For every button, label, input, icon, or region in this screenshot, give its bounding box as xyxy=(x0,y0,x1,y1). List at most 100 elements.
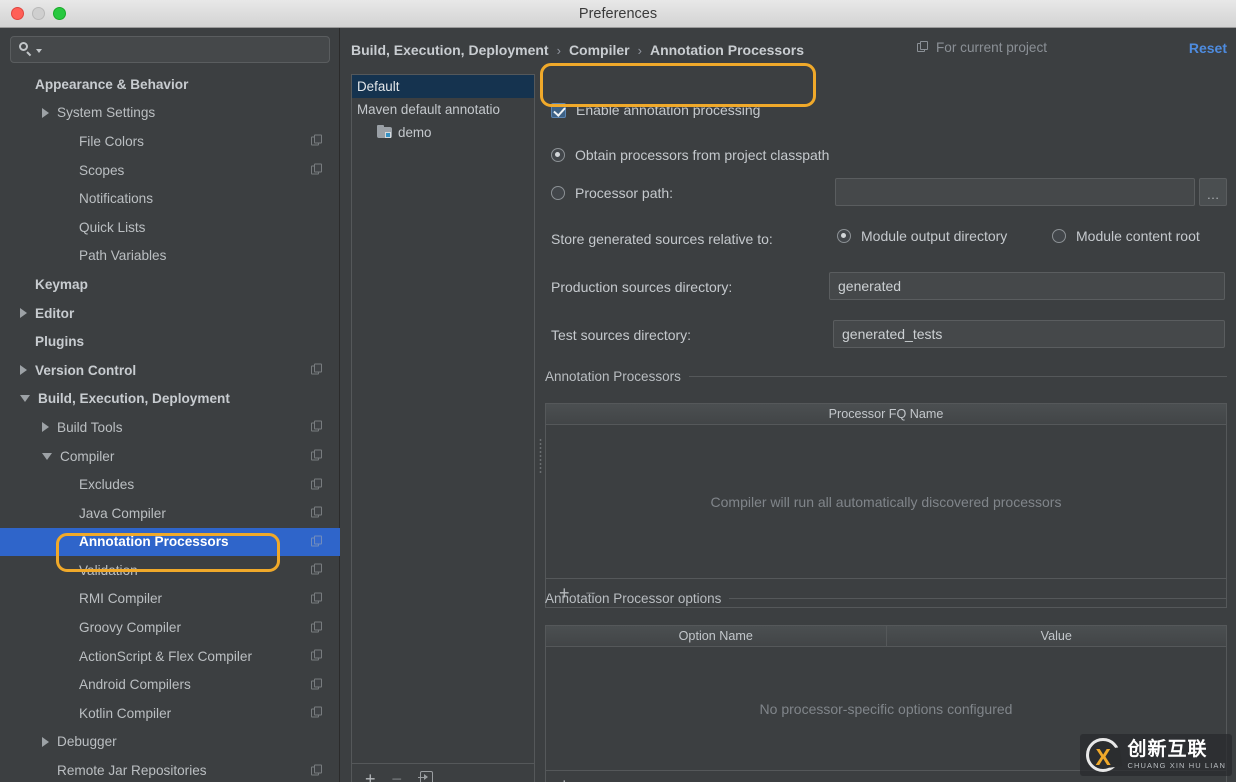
column-header-processor-fq-name: Processor FQ Name xyxy=(828,407,944,421)
move-to-profile-icon[interactable] xyxy=(418,771,434,782)
sidebar-item-label: Notifications xyxy=(79,191,154,207)
sidebar-item-label: Keymap xyxy=(35,276,88,292)
chevron-down-icon[interactable] xyxy=(20,395,30,403)
processor-path-row[interactable]: Processor path: xyxy=(551,185,673,201)
sidebar-item-label: File Colors xyxy=(79,133,144,149)
annotation-profile-list[interactable]: Default Maven default annotatio demo xyxy=(351,74,535,764)
module-output-directory-radio[interactable] xyxy=(837,229,851,243)
test-sources-input[interactable] xyxy=(833,320,1225,348)
sidebar-item-path-variables[interactable]: Path Variables xyxy=(0,242,340,271)
add-option-button[interactable]: + xyxy=(559,776,570,782)
sidebar-item-label: Validation xyxy=(79,562,138,578)
sidebar-item-remote-jar-repositories[interactable]: Remote Jar Repositories xyxy=(0,756,340,782)
production-sources-input[interactable] xyxy=(829,272,1225,300)
sidebar-item-validation[interactable]: Validation xyxy=(0,556,340,585)
sidebar-item-system-settings[interactable]: System Settings xyxy=(0,99,340,128)
chevron-down-icon[interactable] xyxy=(42,452,52,460)
processors-table-empty-state: Compiler will run all automatically disc… xyxy=(546,425,1226,578)
project-scope-icon xyxy=(311,449,324,463)
search-container[interactable] xyxy=(10,36,330,63)
sidebar-item-label: Excludes xyxy=(79,477,135,493)
project-scope-icon xyxy=(311,592,324,605)
sidebar-item-label: Kotlin Compiler xyxy=(79,705,172,721)
chevron-right-icon[interactable] xyxy=(42,107,49,118)
store-relative-label: Store generated sources relative to: xyxy=(551,231,773,247)
project-scope-icon xyxy=(311,163,324,177)
sidebar-item-scopes[interactable]: Scopes xyxy=(0,156,340,185)
sidebar-item-version-control[interactable]: Version Control xyxy=(0,356,340,385)
column-header-value: Value xyxy=(1040,629,1072,643)
sidebar-item-annotation-processors[interactable]: Annotation Processors xyxy=(0,527,340,557)
window-titlebar: Preferences xyxy=(0,0,1236,28)
enable-annotation-processing-label: Enable annotation processing xyxy=(576,102,761,118)
breadcrumb-part-2[interactable]: Compiler xyxy=(569,42,630,58)
settings-sidebar: Appearance & Behavior System Settings File… xyxy=(0,28,340,782)
project-scope-note: For current project xyxy=(917,40,1047,55)
sidebar-item-excludes[interactable]: Excludes xyxy=(0,470,340,499)
project-scope-label: For current project xyxy=(936,40,1048,55)
annotation-processors-table[interactable]: Processor FQ Name Compiler will run all … xyxy=(545,403,1227,608)
profile-list-item[interactable]: Default xyxy=(352,75,534,98)
sidebar-item-plugins[interactable]: Plugins xyxy=(0,327,340,356)
remove-option-button[interactable]: − xyxy=(586,776,597,782)
sidebar-item-keymap[interactable]: Keymap xyxy=(0,270,340,299)
sidebar-item-quick-lists[interactable]: Quick Lists xyxy=(0,213,340,242)
processor-path-radio[interactable] xyxy=(551,186,565,200)
enable-annotation-processing-row[interactable]: Enable annotation processing xyxy=(551,102,760,118)
obtain-from-classpath-row[interactable]: Obtain processors from project classpath xyxy=(551,147,829,163)
sidebar-item-notifications[interactable]: Notifications xyxy=(0,184,340,213)
sidebar-item-groovy-compiler[interactable]: Groovy Compiler xyxy=(0,613,340,642)
chevron-right-icon[interactable] xyxy=(42,736,49,747)
sidebar-item-kotlin-compiler[interactable]: Kotlin Compiler xyxy=(0,699,340,728)
enable-annotation-processing-checkbox[interactable] xyxy=(551,102,566,118)
module-content-root-row[interactable]: Module content root xyxy=(1052,228,1200,244)
sidebar-item-appearance-behavior[interactable]: Appearance & Behavior xyxy=(0,70,340,99)
breadcrumb-part-3[interactable]: Annotation Processors xyxy=(650,42,804,58)
sidebar-item-label: Appearance & Behavior xyxy=(35,76,189,92)
sidebar-item-java-compiler[interactable]: Java Compiler xyxy=(0,499,340,528)
sidebar-item-label: Plugins xyxy=(35,334,85,350)
add-profile-button[interactable]: + xyxy=(365,770,376,782)
obtain-from-classpath-label: Obtain processors from project classpath xyxy=(575,147,830,163)
profile-list-toolbar[interactable]: + − xyxy=(351,764,535,782)
sidebar-item-editor[interactable]: Editor xyxy=(0,299,340,328)
chevron-right-icon[interactable] xyxy=(20,365,27,376)
processors-empty-text: Compiler will run all automatically disc… xyxy=(710,493,1062,510)
obtain-from-classpath-radio[interactable] xyxy=(551,148,565,162)
reset-link[interactable]: Reset xyxy=(1189,40,1227,56)
sidebar-item-build-execution-deployment[interactable]: Build, Execution, Deployment xyxy=(0,385,340,414)
sidebar-item-actionscript-flex-compiler[interactable]: ActionScript & Flex Compiler xyxy=(0,642,340,671)
chevron-right-icon[interactable] xyxy=(20,308,27,319)
sidebar-item-build-tools[interactable]: Build Tools xyxy=(0,413,340,442)
profile-list-item[interactable]: Maven default annotatio xyxy=(352,98,534,121)
sidebar-item-debugger[interactable]: Debugger xyxy=(0,728,340,757)
processor-path-input[interactable] xyxy=(835,178,1195,206)
module-output-directory-row[interactable]: Module output directory xyxy=(837,228,1007,244)
sidebar-item-file-colors[interactable]: File Colors xyxy=(0,127,340,156)
sidebar-item-compiler[interactable]: Compiler xyxy=(0,442,340,471)
processor-path-browse-button[interactable]: … xyxy=(1199,178,1227,206)
remove-profile-button[interactable]: − xyxy=(392,770,403,782)
sidebar-item-label: System Settings xyxy=(57,105,156,121)
settings-tree[interactable]: Appearance & Behavior System Settings File… xyxy=(0,70,340,782)
search-icon xyxy=(19,42,34,57)
module-content-root-radio[interactable] xyxy=(1052,229,1066,243)
chevron-right-icon[interactable] xyxy=(42,422,49,433)
annotation-processors-section-header: Annotation Processors xyxy=(545,369,1227,384)
sidebar-item-android-compilers[interactable]: Android Compilers xyxy=(0,670,340,699)
profile-list-item[interactable]: demo xyxy=(352,121,534,144)
breadcrumb-part-1[interactable]: Build, Execution, Deployment xyxy=(351,42,549,58)
sidebar-item-label: Groovy Compiler xyxy=(79,620,181,636)
search-input[interactable] xyxy=(42,42,329,57)
sidebar-item-rmi-compiler[interactable]: RMI Compiler xyxy=(0,585,340,614)
panel-splitter-handle[interactable] xyxy=(537,438,543,474)
sidebar-item-label: Debugger xyxy=(57,734,117,750)
annotation-processor-options-section-header: Annotation Processor options xyxy=(545,591,1227,606)
